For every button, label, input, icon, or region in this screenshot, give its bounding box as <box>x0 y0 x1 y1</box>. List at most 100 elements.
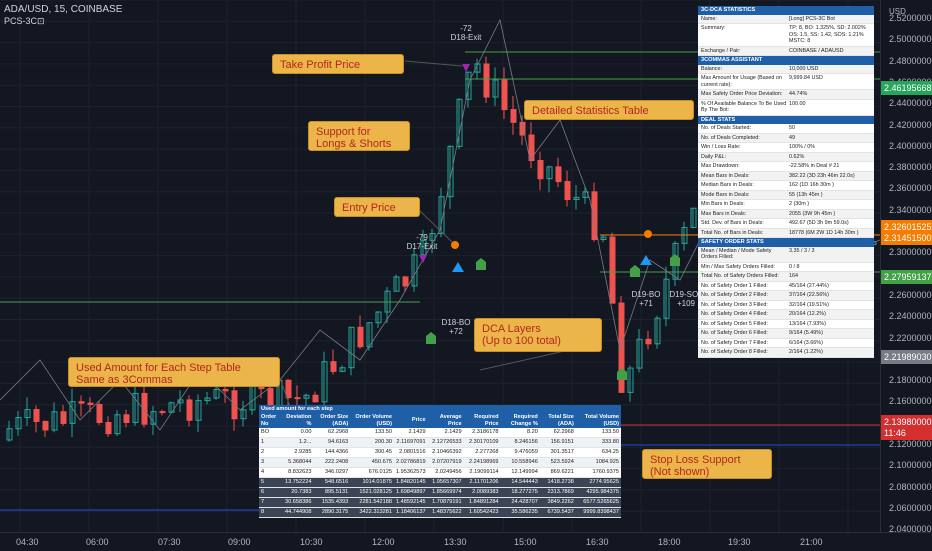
stats-label: Max Bars in Deals: <box>701 210 747 217</box>
table-row: 4 8.832623 346.0297 676.0125 1.95362573 2.024… <box>259 467 621 479</box>
candle-body <box>87 402 94 406</box>
table-cell: 2.1429 <box>427 428 464 439</box>
stats-label: Daily P&L: <box>701 153 727 160</box>
statistics-table: 3C-DCA STATISTICS Name: [Long] PCS-3C Bot S… <box>698 6 874 358</box>
table-cell: 0.00 <box>281 428 314 439</box>
stats-row: Max Bars in Deals: 2055 (3W 9h 45m ) <box>698 209 874 219</box>
table-cell: 5.368044 <box>281 457 314 469</box>
table-cell: 346.0297 <box>313 467 351 479</box>
table-header: Required Price <box>463 413 501 429</box>
table-cell: 2281.542188 <box>350 497 394 508</box>
stats-label: Total No. of Bars in Deals: <box>701 229 764 236</box>
stats-value: 45/164 (27.44%) <box>789 282 829 289</box>
price-tick: 2.26000000 <box>889 289 932 300</box>
table-cell: 1084.925 <box>575 457 621 469</box>
table-cell: 8.832623 <box>281 467 314 479</box>
stats-row: Mode Bars in Deals: 55 (13h 45m ) <box>698 190 874 200</box>
stats-value: 164 <box>789 273 798 279</box>
table-cell: 2.11701206 <box>463 477 501 488</box>
table-row: 2 2.9285 144.4366 300.45 2.0801516 2.10466392… <box>259 447 621 459</box>
table-cell: 44.744908 <box>281 507 314 518</box>
stats-row: No. of Safety Order 2 Filled: 37/164 (22.… <box>698 291 874 301</box>
time-axis[interactable]: 04:30 06:00 07:30 09:00 10:30 12:00 13:30 15:00… <box>0 532 932 551</box>
stats-row: % Of Available Balance To Be Used By The… <box>698 100 874 116</box>
time-tick: 16:30 <box>586 537 609 547</box>
table-header: Total Volume (USD) <box>575 413 621 429</box>
table-cell: 2774.95625 <box>575 477 621 488</box>
price-tag: 2.27959137 <box>881 270 932 284</box>
stats-row: Max Safety Order Price Deviation: 44.74% <box>698 90 874 100</box>
table-cell: 2.10466392 <box>427 447 464 459</box>
table-cell: 35.586235 <box>500 507 540 518</box>
marker-d18-bo: D18-BO +72 <box>441 318 471 336</box>
table-cell: 1 <box>259 437 282 449</box>
table-cell: 5 <box>259 477 282 488</box>
table-cell: 548.6516 <box>313 477 351 488</box>
table-row: 6 20.7383 895.5131 1521.028125 1.69849897 1.8… <box>259 487 621 498</box>
table-cell: 1014.01875 <box>350 477 394 488</box>
candle-body <box>312 394 319 403</box>
table-cell: 2.0801516 <box>394 447 428 459</box>
price-tick: 2.44000000 <box>889 98 932 109</box>
table-cell: 1.18406137 <box>394 507 428 518</box>
table-header: Order No <box>259 413 282 429</box>
stats-value: 6/164 (3.66%) <box>789 339 823 346</box>
table-cell: 2.0089383 <box>463 487 501 498</box>
table-cell: 62.2968 <box>313 428 351 439</box>
table-cell: 8 <box>259 507 282 518</box>
stats-row: No. of Safety Order 4 Filled: 20/164 (12.… <box>698 310 874 320</box>
stats-value: 10,000 USD <box>789 65 819 72</box>
price-tick: 2.16000000 <box>889 396 932 407</box>
stats-row: Median Bars in Deals: 162 (1D 16h 30m ) <box>698 181 874 191</box>
table-cell: 18.277275 <box>500 487 540 498</box>
candle-body <box>294 397 301 400</box>
table-cell: 2.1429 <box>394 428 428 439</box>
stats-label: Summary: <box>701 25 726 31</box>
table-cell: 4 <box>259 467 282 479</box>
indicator-label[interactable]: PCS-3C⊡ <box>4 16 45 27</box>
table-header: Deviation % <box>281 413 314 429</box>
stats-row: Mean / Median / Mode Safety Orders Fille… <box>698 246 874 263</box>
table-header: Average Price <box>427 413 464 429</box>
stats-value: 2055 (3W 9h 45m ) <box>789 210 836 217</box>
stats-row: Std. Dev. of Bars in Deals: 492.67 (5D 3h… <box>698 219 874 229</box>
table-header: Required Change % <box>500 413 540 429</box>
callout-entry-price: Entry Price <box>334 197 420 217</box>
stats-label: No. of Safety Order 6 Filled: <box>701 330 768 336</box>
table-cell: 94.6163 <box>313 437 351 449</box>
price-tag: 11:46 <box>881 426 932 440</box>
table-cell: 301.3517 <box>539 447 576 459</box>
time-tick: 10:30 <box>300 537 323 547</box>
candle-body <box>222 388 229 392</box>
callout-dca-layers: DCA Layers (Up to 100 total) <box>474 318 602 352</box>
table-cell: 12.149994 <box>500 467 540 479</box>
candle-body <box>537 159 544 180</box>
stats-label: Name: <box>701 15 717 22</box>
price-axis[interactable]: USD 2.520000002.500000002.480000002.4600… <box>880 0 932 534</box>
stats-label: Mean Bars in Deals: <box>701 172 750 179</box>
stats-row: Exchange / Pair: COINBASE / ADAUSD <box>698 46 874 56</box>
price-tick: 2.36000000 <box>889 183 932 194</box>
table-cell: 156.9151 <box>539 437 576 449</box>
symbol-title[interactable]: ADA/USD, 15, COINBASE <box>4 3 122 16</box>
stats-section-header: DEAL STATS <box>698 115 874 124</box>
time-tick: 09:00 <box>228 537 251 547</box>
table-cell: 2.07207919 <box>427 457 464 469</box>
stats-label: Exchange / Pair: <box>701 47 741 54</box>
price-tick: 2.24000000 <box>889 311 932 322</box>
table-header: Price <box>394 413 428 429</box>
price-tick: 2.42000000 <box>889 119 932 130</box>
candle-body <box>285 379 292 399</box>
stats-row: Balance: 10,000 USD <box>698 64 874 74</box>
table-cell: 6 <box>259 487 282 498</box>
stats-value: 0.62% <box>789 153 805 160</box>
table-cell: 2.277268 <box>463 447 501 459</box>
table-cell: 30.658386 <box>281 497 314 508</box>
stats-label: No. of Deals Started: <box>701 125 752 131</box>
stats-value: 2 (30m ) <box>789 201 810 207</box>
price-tag: 2.46195668 <box>881 81 932 95</box>
table-cell: 1418.2738 <box>539 477 576 488</box>
stats-value: 0 / 8 <box>789 263 800 270</box>
stats-label: Min / Max Safety Orders Filled: <box>701 263 775 270</box>
callout-detailed-stats: Detailed Statistics Table <box>524 100 694 120</box>
